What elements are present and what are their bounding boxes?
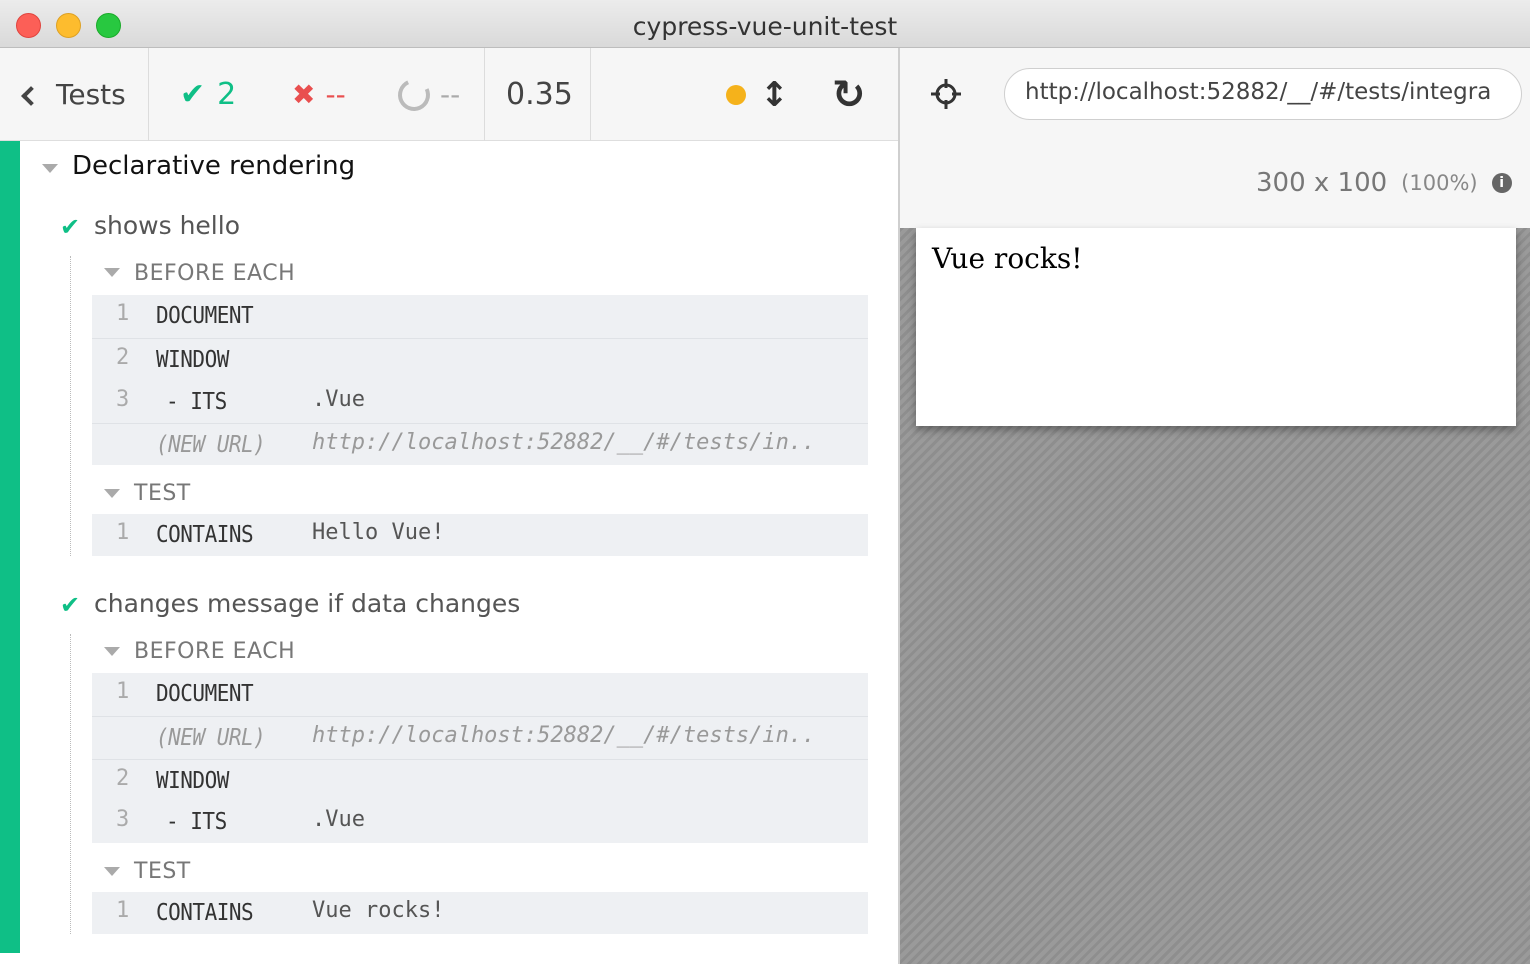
command-number: 2 xyxy=(116,345,130,370)
viewport-info: 300 x 100 (100%) i xyxy=(1256,168,1512,198)
failed-stat: ✖ -- xyxy=(292,48,346,141)
command-row[interactable]: 1 CONTAINS Vue rocks! xyxy=(92,892,868,934)
test-title[interactable]: changes message if data changes xyxy=(94,589,520,618)
command-list: 1 DOCUMENT 2 WINDOW 3 - ITS .Vue (NEW UR… xyxy=(92,295,868,465)
command-row[interactable]: (NEW URL) http://localhost:52882/__/#/te… xyxy=(92,716,868,758)
passed-count: 2 xyxy=(217,77,237,112)
command-list: 1 DOCUMENT (NEW URL) http://localhost:52… xyxy=(92,673,868,843)
command-name: DOCUMENT xyxy=(156,679,254,707)
command-name: DOCUMENT xyxy=(156,301,254,329)
header-divider xyxy=(148,48,149,141)
command-list: 1 CONTAINS Vue rocks! xyxy=(92,892,868,934)
test-guide-line xyxy=(70,256,71,556)
window-title: cypress-vue-unit-test xyxy=(632,12,898,41)
command-message: http://localhost:52882/__/#/tests/in.. xyxy=(312,723,816,748)
test-title[interactable]: shows hello xyxy=(94,211,240,240)
passed-stat: ✔ 2 xyxy=(180,48,236,141)
hook-title-test[interactable]: TEST xyxy=(134,859,191,884)
header-divider xyxy=(484,48,485,141)
maximize-window-button[interactable] xyxy=(96,13,121,38)
close-window-button[interactable] xyxy=(16,13,41,38)
crosshair-icon[interactable] xyxy=(930,78,962,110)
aut-iframe[interactable]: Vue rocks! xyxy=(916,228,1516,426)
command-row[interactable]: 1 DOCUMENT xyxy=(92,295,868,337)
command-name: (NEW URL) xyxy=(156,430,266,458)
reporter-header: Tests ✔ 2 ✖ -- -- 0.35 ↕ ↻ xyxy=(0,48,898,141)
command-row[interactable]: 1 DOCUMENT xyxy=(92,673,868,715)
command-name: CONTAINS xyxy=(156,898,254,926)
tests-back-button[interactable]: Tests xyxy=(21,48,126,141)
check-icon: ✔ xyxy=(180,77,206,112)
hook-title-before-each[interactable]: BEFORE EACH xyxy=(134,261,295,286)
command-message: Vue rocks! xyxy=(312,898,445,923)
pending-count: -- xyxy=(440,78,461,111)
command-row[interactable]: 2 WINDOW xyxy=(92,338,868,380)
command-message: .Vue xyxy=(312,387,365,412)
aut-url-field[interactable]: http://localhost:52882/__/#/tests/integr… xyxy=(1004,68,1522,120)
command-message: .Vue xyxy=(312,807,365,832)
command-message: http://localhost:52882/__/#/tests/in.. xyxy=(312,430,816,455)
autoscroll-indicator-icon xyxy=(726,84,746,105)
minimize-window-button[interactable] xyxy=(56,13,81,38)
arrows-vertical-icon: ↕ xyxy=(760,74,789,115)
command-number: 1 xyxy=(116,898,130,923)
command-row[interactable]: 3 - ITS .Vue xyxy=(92,381,868,423)
caret-down-icon[interactable] xyxy=(104,647,120,656)
check-icon: ✔ xyxy=(60,213,81,241)
command-message: Hello Vue! xyxy=(312,520,445,545)
reporter-runnables: Declarative rendering ✔ shows hello BEFO… xyxy=(0,141,898,964)
aut-content-text: Vue rocks! xyxy=(932,242,1083,275)
check-icon: ✔ xyxy=(60,591,81,619)
duration: 0.35 xyxy=(506,77,573,112)
command-number: 1 xyxy=(116,301,130,326)
test-guide-line xyxy=(70,634,71,934)
command-name: WINDOW xyxy=(156,345,229,373)
hook-title-before-each[interactable]: BEFORE EACH xyxy=(134,639,295,664)
window-titlebar: cypress-vue-unit-test xyxy=(0,0,1530,48)
command-name: CONTAINS xyxy=(156,520,254,548)
x-icon: ✖ xyxy=(292,78,316,111)
command-number: 3 xyxy=(116,807,130,832)
autoscroll-toggle[interactable]: ↕ xyxy=(726,48,789,141)
caret-down-icon[interactable] xyxy=(104,489,120,498)
caret-down-icon[interactable] xyxy=(104,867,120,876)
command-list: 1 CONTAINS Hello Vue! xyxy=(92,514,868,556)
viewport-scale: (100%) xyxy=(1401,171,1478,195)
suite-pass-indicator xyxy=(0,141,20,953)
pending-stat: -- xyxy=(393,48,461,141)
chevron-left-icon xyxy=(21,85,41,106)
command-name: - ITS xyxy=(166,387,227,415)
info-icon[interactable]: i xyxy=(1491,173,1512,193)
rerun-tests-button[interactable]: ↻ xyxy=(832,48,866,141)
command-number: 1 xyxy=(116,520,130,545)
pending-spinner-icon xyxy=(393,73,435,116)
suite-title[interactable]: Declarative rendering xyxy=(72,151,355,181)
viewport-size: 300 x 100 xyxy=(1256,168,1388,198)
command-name: (NEW URL) xyxy=(156,723,266,751)
command-row[interactable]: (NEW URL) http://localhost:52882/__/#/te… xyxy=(92,423,868,465)
command-name: WINDOW xyxy=(156,766,229,794)
failed-count: -- xyxy=(325,78,346,111)
command-row[interactable]: 3 - ITS .Vue xyxy=(92,801,868,843)
command-name: - ITS xyxy=(166,807,227,835)
refresh-icon: ↻ xyxy=(832,71,866,118)
caret-down-icon[interactable] xyxy=(42,164,58,173)
command-row[interactable]: 1 CONTAINS Hello Vue! xyxy=(92,514,868,556)
header-divider xyxy=(590,48,591,141)
caret-down-icon[interactable] xyxy=(104,268,120,277)
command-number: 1 xyxy=(116,679,130,704)
command-number: 3 xyxy=(116,387,130,412)
hook-title-test[interactable]: TEST xyxy=(134,481,191,506)
command-row[interactable]: 2 WINDOW xyxy=(92,759,868,801)
tests-label: Tests xyxy=(56,78,126,111)
command-number: 2 xyxy=(116,766,130,791)
